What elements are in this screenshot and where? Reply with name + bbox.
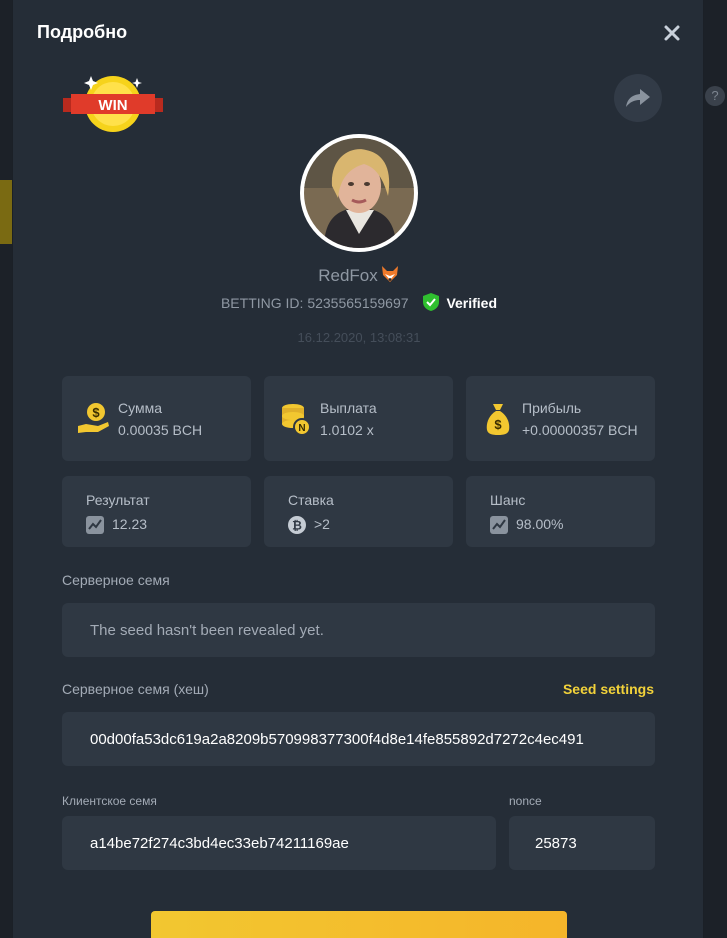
verified-shield-icon	[422, 292, 440, 315]
bitcoin-icon: ₿	[288, 516, 306, 534]
stat-label: Выплата	[320, 400, 377, 416]
background-left-panel	[0, 0, 12, 938]
stat-value: 1.0102 x	[320, 422, 374, 438]
nonce-field[interactable]: 25873	[509, 816, 655, 870]
betting-id-value: 5235565159697	[307, 295, 409, 311]
win-label: WIN	[98, 97, 127, 114]
dice-chart-icon	[490, 516, 508, 534]
modal-title: Подробно	[37, 22, 128, 42]
server-seed-label: Серверное семя	[62, 572, 170, 588]
coin-stack-icon: N	[282, 404, 311, 436]
stat-card-payout: N Выплата 1.0102 x	[264, 376, 453, 461]
stat-card-bet: Ставка ₿ >2	[264, 476, 453, 547]
stat-card-result: Результат 12.23	[62, 476, 251, 547]
primary-action-button[interactable]	[151, 911, 567, 938]
stat-card-amount: $ Сумма 0.00035 BCH	[62, 376, 251, 461]
stat-label: Результат	[86, 492, 150, 508]
stat-value: 12.23	[112, 516, 148, 532]
svg-text:$: $	[494, 417, 502, 432]
client-seed-field[interactable]: a14be72f274c3bd4ec33eb74211169ae	[62, 816, 496, 870]
svg-text:₿: ₿	[292, 519, 302, 533]
avatar	[300, 134, 418, 252]
stat-card-profit: $ Прибыль +0.00000357 BCH	[466, 376, 655, 461]
help-icon: ?	[705, 86, 725, 106]
server-seed-field: The seed hasn't been revealed yet.	[62, 603, 655, 657]
stat-value: 0.00035 BCH	[118, 422, 203, 438]
dice-chart-icon	[86, 516, 104, 534]
svg-text:$: $	[92, 405, 100, 420]
stat-value: +0.00000357 BCH	[522, 422, 638, 438]
close-button[interactable]	[661, 22, 683, 44]
nonce-label: nonce	[509, 794, 542, 808]
verified-label: Verified	[446, 295, 498, 311]
stat-label: Шанс	[490, 492, 526, 508]
client-seed-label: Клиентское семя	[62, 794, 157, 808]
stat-value: >2	[314, 516, 330, 532]
money-bag-icon: $	[486, 404, 510, 435]
bet-timestamp: 16.12.2020, 13:08:31	[297, 330, 421, 345]
betting-id-label: BETTING ID:	[220, 295, 304, 311]
stat-label: Сумма	[118, 400, 162, 416]
stat-card-chance: Шанс 98.00%	[466, 476, 655, 547]
server-seed-hash-label: Серверное семя (хеш)	[62, 681, 209, 697]
betting-id-row: BETTING ID: 5235565159697 Verified	[13, 292, 705, 315]
background-highlight	[0, 180, 12, 244]
fox-icon	[380, 264, 400, 289]
stat-label: Прибыль	[522, 400, 582, 416]
background-right-panel	[703, 0, 727, 938]
stat-value: 98.00%	[516, 516, 564, 532]
win-badge: WIN	[61, 72, 165, 138]
close-icon	[664, 25, 680, 41]
bet-details-modal: Подробно WIN RedFox BETTING ID: 52355651…	[12, 0, 704, 938]
username[interactable]: RedFox	[13, 264, 705, 289]
stat-label: Ставка	[288, 492, 334, 508]
share-arrow-icon	[626, 89, 650, 107]
svg-text:N: N	[298, 423, 305, 434]
money-hand-icon: $	[78, 403, 109, 433]
seed-settings-link[interactable]: Seed settings	[563, 681, 654, 697]
server-seed-hash-field[interactable]: 00d00fa53dc619a2a8209b570998377300f4d8e1…	[62, 712, 655, 766]
share-button[interactable]	[614, 74, 662, 122]
username-text: RedFox	[318, 266, 378, 285]
